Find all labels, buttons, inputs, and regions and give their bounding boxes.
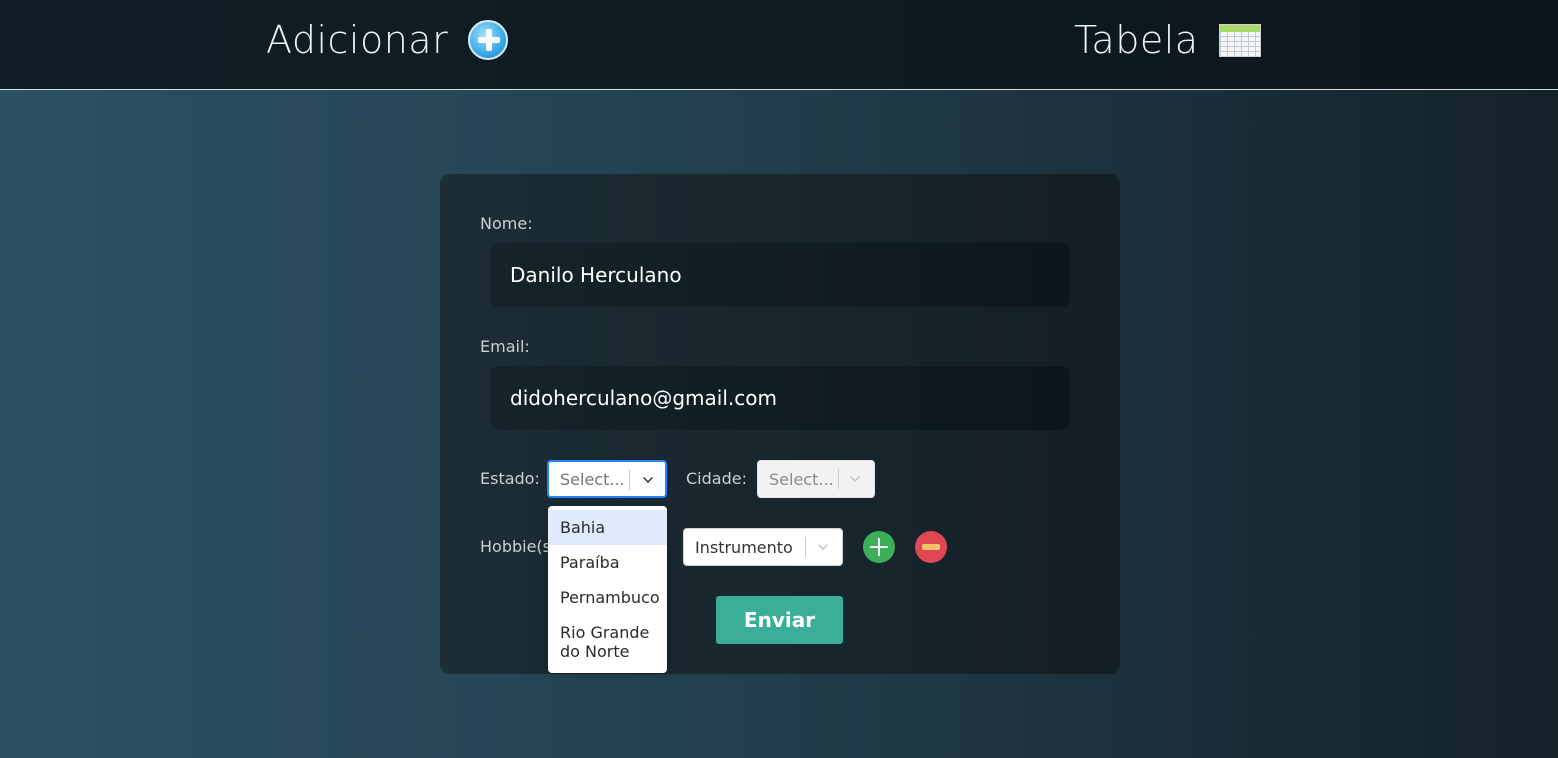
chevron-down-icon <box>818 540 828 550</box>
hobby-value: Instrumento <box>695 537 793 557</box>
cidade-select[interactable]: Select... <box>757 460 875 498</box>
hobby-select[interactable]: Instrumento <box>683 528 843 566</box>
cidade-label: Cidade: <box>686 469 747 488</box>
email-input-value: didoherculano@gmail.com <box>510 386 777 410</box>
remove-hobby-button[interactable] <box>915 531 947 563</box>
chevron-down-icon <box>850 472 860 482</box>
nome-label: Nome: <box>480 214 533 233</box>
estado-label: Estado: <box>480 469 540 488</box>
nome-input[interactable]: Danilo Herculano <box>490 243 1070 307</box>
hobby-separator <box>805 537 806 557</box>
form-card: Nome: Danilo Herculano Email: didohercul… <box>440 174 1120 674</box>
estado-option[interactable]: Rio Grande do Norte <box>548 615 667 669</box>
estado-separator <box>629 470 630 490</box>
nav-table-link[interactable]: Tabela <box>1074 18 1261 62</box>
nav-add-link[interactable]: Adicionar <box>266 18 509 62</box>
cidade-placeholder: Select... <box>769 469 834 489</box>
nome-input-value: Danilo Herculano <box>510 263 682 287</box>
estado-option[interactable]: Paraíba <box>548 545 667 580</box>
spreadsheet-icon <box>1218 23 1261 57</box>
add-hobby-button[interactable] <box>863 531 895 563</box>
estado-option[interactable]: Bahia <box>548 510 667 545</box>
plus-circle-icon <box>468 20 509 60</box>
estado-select[interactable]: Select... <box>547 460 667 498</box>
chevron-down-icon[interactable] <box>643 473 653 483</box>
nav-table-label: Tabela <box>1074 18 1199 62</box>
nav-add-label: Adicionar <box>266 18 449 62</box>
top-navbar: Adicionar Tabela <box>0 0 1558 90</box>
estado-placeholder: Select... <box>560 469 625 489</box>
estado-option[interactable]: Pernambuco <box>548 580 667 615</box>
cidade-separator <box>838 469 839 489</box>
submit-button[interactable]: Enviar <box>716 596 843 644</box>
email-label: Email: <box>480 337 530 356</box>
estado-dropdown-menu: Bahia Paraíba Pernambuco Rio Grande do N… <box>548 506 667 673</box>
submit-label: Enviar <box>743 608 816 632</box>
email-input[interactable]: didoherculano@gmail.com <box>490 366 1070 430</box>
